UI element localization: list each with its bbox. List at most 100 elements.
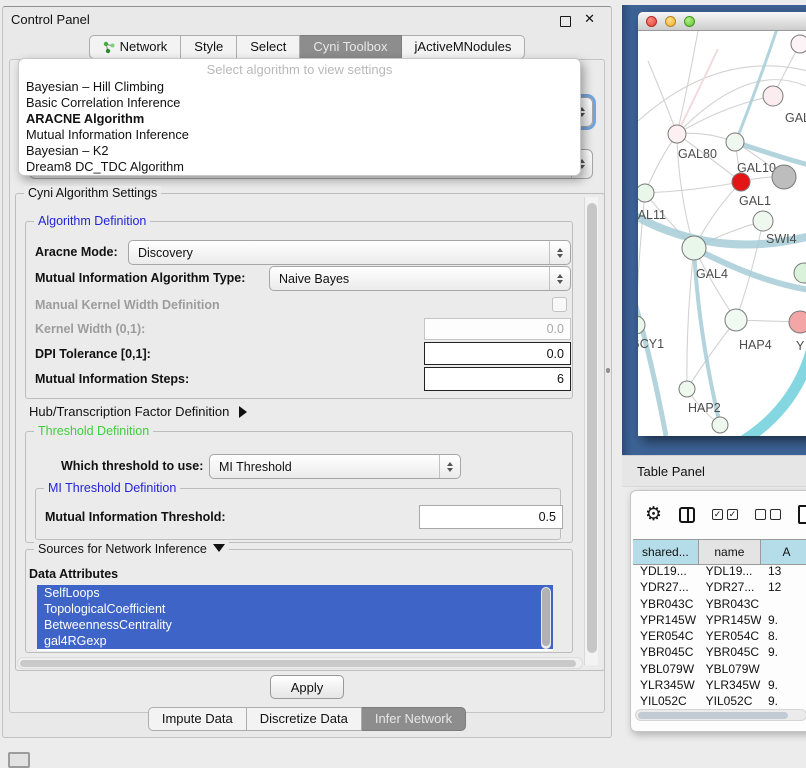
table-row[interactable]: YBR045CYBR045C9. — [633, 644, 806, 660]
tab-label: Infer Network — [375, 708, 452, 730]
algorithm-option-bayesian-k2[interactable]: Bayesian – K2 — [26, 143, 573, 159]
attribute-option-topologicalcoefficient[interactable]: TopologicalCoefficient — [37, 601, 553, 617]
split-columns-icon[interactable] — [679, 507, 695, 523]
network-node[interactable] — [794, 263, 806, 283]
network-node-gal11[interactable] — [638, 184, 654, 202]
apply-button[interactable]: Apply — [270, 675, 344, 699]
column-header-2[interactable]: name — [699, 540, 761, 564]
algorithm-option-mutual-information-inference[interactable]: Mutual Information Inference — [26, 127, 573, 143]
network-view-window[interactable]: GALGAL80GAL10GAL1GAL11SWI4GAL4GCY1HAP4YH… — [638, 12, 806, 436]
close-window-icon[interactable] — [646, 16, 657, 27]
network-window-titlebar[interactable] — [638, 12, 806, 31]
tab-discretize-data[interactable]: Discretize Data — [247, 707, 362, 731]
table-row[interactable]: YDR27...YDR27...12 — [633, 579, 806, 595]
table-row[interactable]: YER054CYER054C8. — [633, 628, 806, 644]
tab-cyni-toolbox[interactable]: Cyni Toolbox — [300, 35, 401, 59]
table-row[interactable]: YIL052CYIL052C9. — [633, 693, 806, 705]
document-icon[interactable] — [798, 505, 806, 524]
tab-label: jActiveMNodules — [415, 36, 512, 58]
attributes-scrollbar[interactable] — [541, 587, 551, 649]
settings-vertical-scrollbar[interactable] — [584, 197, 598, 665]
close-icon[interactable]: ✕ — [584, 11, 595, 27]
algorithm-dropdown-prompt: Select algorithm to view settings — [19, 62, 580, 77]
attribute-option-betweennesscentrality[interactable]: BetweennessCentrality — [37, 617, 553, 633]
table-cell — [761, 596, 806, 612]
mi-type-value: Naive Bayes — [279, 272, 349, 286]
table-cell: 9. — [761, 644, 806, 660]
collapsed-panel-button[interactable] — [8, 752, 30, 768]
table-cell: YDR27... — [633, 579, 699, 595]
table-row[interactable]: YBR043CYBR043C — [633, 596, 806, 612]
network-node-gal10[interactable] — [726, 133, 744, 151]
tab-jactivemnodules[interactable]: jActiveMNodules — [402, 35, 526, 59]
minimize-window-icon[interactable] — [665, 16, 676, 27]
table-cell: 9. — [761, 693, 806, 705]
float-window-icon[interactable] — [560, 16, 571, 27]
dpi-tolerance-field[interactable]: 0.0 — [424, 342, 571, 365]
table-panel-title: Table Panel — [637, 464, 705, 479]
table-cell: YDL19... — [699, 563, 761, 579]
table-row[interactable]: YBL079WYBL079W — [633, 661, 806, 677]
table-row[interactable]: YLR345WYLR345W9. — [633, 677, 806, 693]
tab-impute-data[interactable]: Impute Data — [148, 707, 247, 731]
network-node-hap2[interactable] — [679, 381, 695, 397]
threshold-definition-title: Threshold Definition — [34, 424, 153, 438]
data-attributes-list: SelfLoopsTopologicalCoefficientBetweenne… — [37, 585, 553, 651]
settings-group-title: Cyni Algorithm Settings — [24, 186, 161, 200]
network-node-gal[interactable] — [763, 86, 783, 106]
table-cell: YIL052C — [633, 693, 699, 705]
network-node-gal4[interactable] — [682, 236, 706, 260]
network-node-hap4[interactable] — [725, 309, 747, 331]
node-label: GAL — [785, 111, 806, 125]
algorithm-option-bayesian-hill-climbing[interactable]: Bayesian – Hill Climbing — [26, 79, 573, 95]
tab-infer-network[interactable]: Infer Network — [362, 707, 466, 731]
checked-boxes-icon[interactable]: ✓✓ — [712, 509, 738, 520]
which-threshold-combo[interactable]: MI Threshold — [209, 454, 461, 479]
table-cell: YER054C — [699, 628, 761, 644]
tab-label: Impute Data — [162, 708, 233, 730]
algorithm-option-dream8-dc-tdc-algorithm[interactable]: Dream8 DC_TDC Algorithm — [26, 159, 573, 175]
gear-icon[interactable]: ⚙ — [645, 503, 662, 526]
hub-definition-toggle[interactable]: Hub/Transcription Factor Definition — [29, 404, 247, 419]
mi-type-combo[interactable]: Naive Bayes — [269, 266, 571, 291]
table-row[interactable]: YPR145WYPR145W9. — [633, 612, 806, 628]
node-label: GAL1 — [739, 194, 771, 208]
control-panel-tabs: Network StyleSelectCyni Toolbox jActiveMNo… — [3, 35, 611, 59]
tab-select[interactable]: Select — [237, 35, 300, 59]
table-cell: YER054C — [633, 628, 699, 644]
network-node-gal1[interactable] — [772, 165, 796, 189]
attribute-option-gal4rgexp[interactable]: gal4RGexp — [37, 633, 553, 649]
mi-threshold-group-title: MI Threshold Definition — [44, 481, 180, 495]
network-node-gal80[interactable] — [668, 125, 686, 143]
aracne-mode-label: Aracne Mode: — [35, 245, 118, 259]
attribute-option-selfloops[interactable]: SelfLoops — [37, 585, 553, 601]
column-header-1[interactable]: shared... — [633, 540, 699, 564]
table-row[interactable]: YDL19...YDL19...13 — [633, 563, 806, 579]
network-node-y[interactable] — [789, 311, 806, 333]
algorithm-option-aracne-algorithm[interactable]: ARACNE Algorithm — [26, 111, 573, 127]
splitter-handle[interactable] — [606, 368, 610, 373]
tab-network[interactable]: Network — [89, 35, 182, 59]
table-cell: YLR345W — [699, 677, 761, 693]
network-canvas[interactable]: GALGAL80GAL10GAL1GAL11SWI4GAL4GCY1HAP4YH… — [638, 31, 806, 436]
network-node[interactable] — [732, 173, 750, 191]
network-node-swi4[interactable] — [753, 211, 773, 231]
tab-style[interactable]: Style — [181, 35, 237, 59]
table-horizontal-scrollbar[interactable] — [635, 709, 806, 721]
tab-label: Discretize Data — [260, 708, 348, 730]
mi-threshold-field[interactable]: 0.5 — [419, 505, 563, 529]
tab-label: Network — [120, 36, 168, 58]
network-node[interactable] — [791, 35, 806, 53]
kernel-width-field[interactable]: 0.0 — [424, 318, 571, 340]
zoom-window-icon[interactable] — [684, 16, 695, 27]
mi-steps-field[interactable]: 6 — [424, 367, 571, 391]
manual-kernel-checkbox[interactable] — [552, 297, 567, 312]
aracne-mode-combo[interactable]: Discovery — [128, 240, 571, 265]
algorithm-option-basic-correlation-inference[interactable]: Basic Correlation Inference — [26, 95, 573, 111]
table-column-headers: shared...nameA — [633, 539, 806, 565]
settings-horizontal-scrollbar[interactable] — [17, 657, 583, 669]
network-node[interactable] — [712, 417, 728, 433]
unchecked-boxes-icon[interactable] — [755, 509, 781, 520]
column-header-3[interactable]: A — [761, 540, 806, 564]
node-label: GAL80 — [678, 147, 717, 161]
